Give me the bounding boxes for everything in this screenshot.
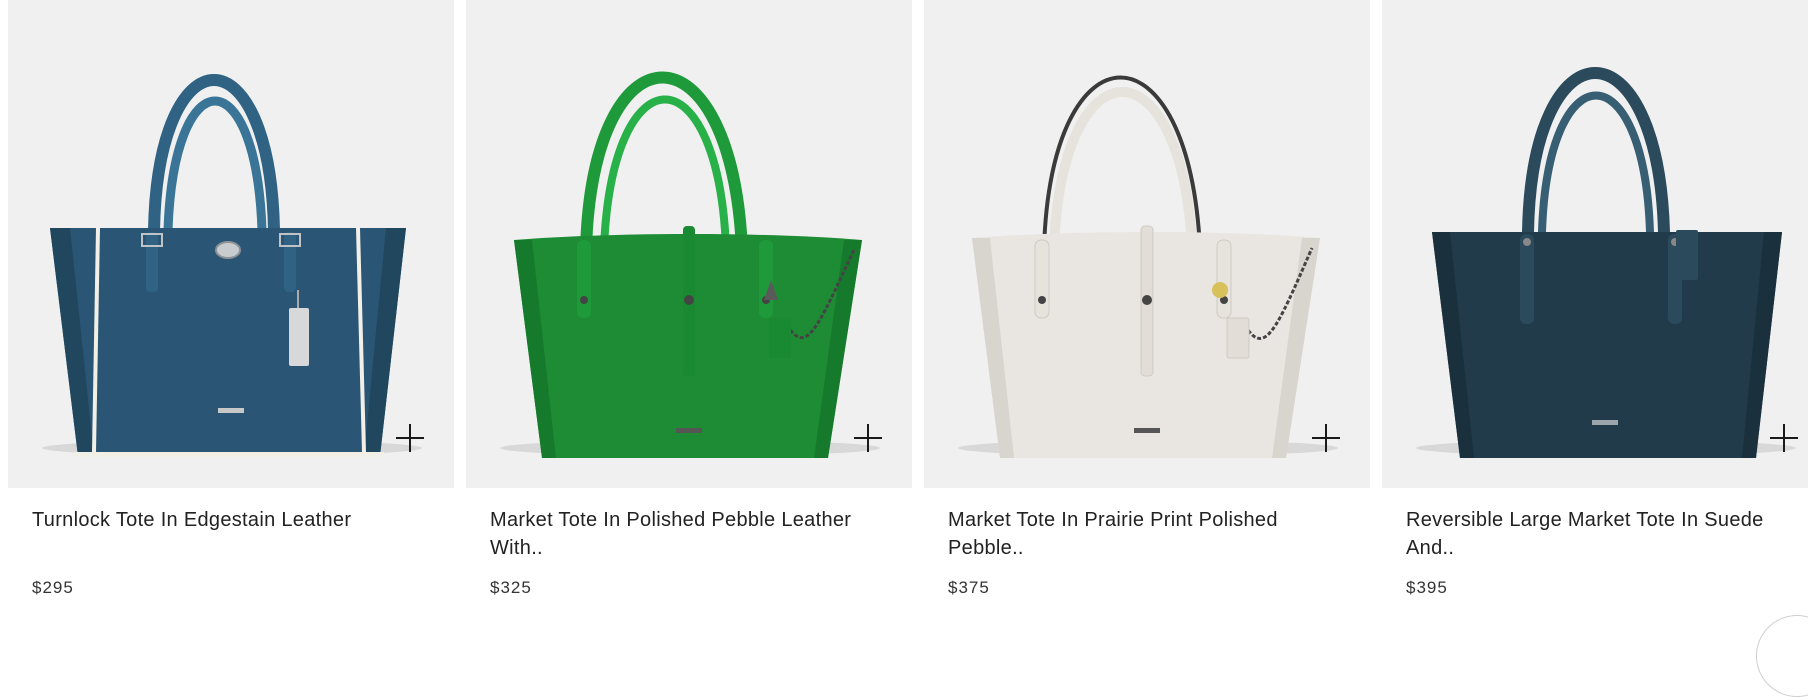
product-card[interactable]: Reversible Large Market Tote In Suede An…: [1382, 0, 1808, 640]
product-price: $375: [948, 578, 990, 597]
product-name[interactable]: Turnlock Tote In Edgestain Leather: [32, 506, 442, 534]
product-grid: Turnlock Tote In Edgestain Leather $295: [8, 0, 1808, 657]
tote-bag-illustration: [500, 71, 880, 458]
tote-bag-illustration: [42, 74, 422, 457]
product-name[interactable]: Market Tote In Prairie Print Polished Pe…: [948, 506, 1358, 562]
product-card[interactable]: Market Tote In Prairie Print Polished Pe…: [924, 0, 1370, 640]
add-to-bag-plus-icon[interactable]: [1770, 424, 1798, 452]
product-image[interactable]: [1382, 0, 1808, 488]
product-image[interactable]: [466, 0, 912, 488]
tote-bag-illustration: [958, 75, 1338, 458]
product-price: $295: [32, 578, 74, 597]
product-name[interactable]: Reversible Large Market Tote In Suede An…: [1406, 506, 1808, 562]
product-card[interactable]: Turnlock Tote In Edgestain Leather $295: [8, 0, 454, 640]
product-price: $395: [1406, 578, 1448, 597]
product-card[interactable]: Market Tote In Polished Pebble Leather W…: [466, 0, 912, 640]
product-image[interactable]: [924, 0, 1370, 488]
product-name[interactable]: Market Tote In Polished Pebble Leather W…: [490, 506, 900, 562]
tote-bag-illustration: [1416, 67, 1796, 458]
product-image[interactable]: [8, 0, 454, 488]
add-to-bag-plus-icon[interactable]: [1312, 424, 1340, 452]
add-to-bag-plus-icon[interactable]: [854, 424, 882, 452]
product-price: $325: [490, 578, 532, 597]
add-to-bag-plus-icon[interactable]: [396, 424, 424, 452]
